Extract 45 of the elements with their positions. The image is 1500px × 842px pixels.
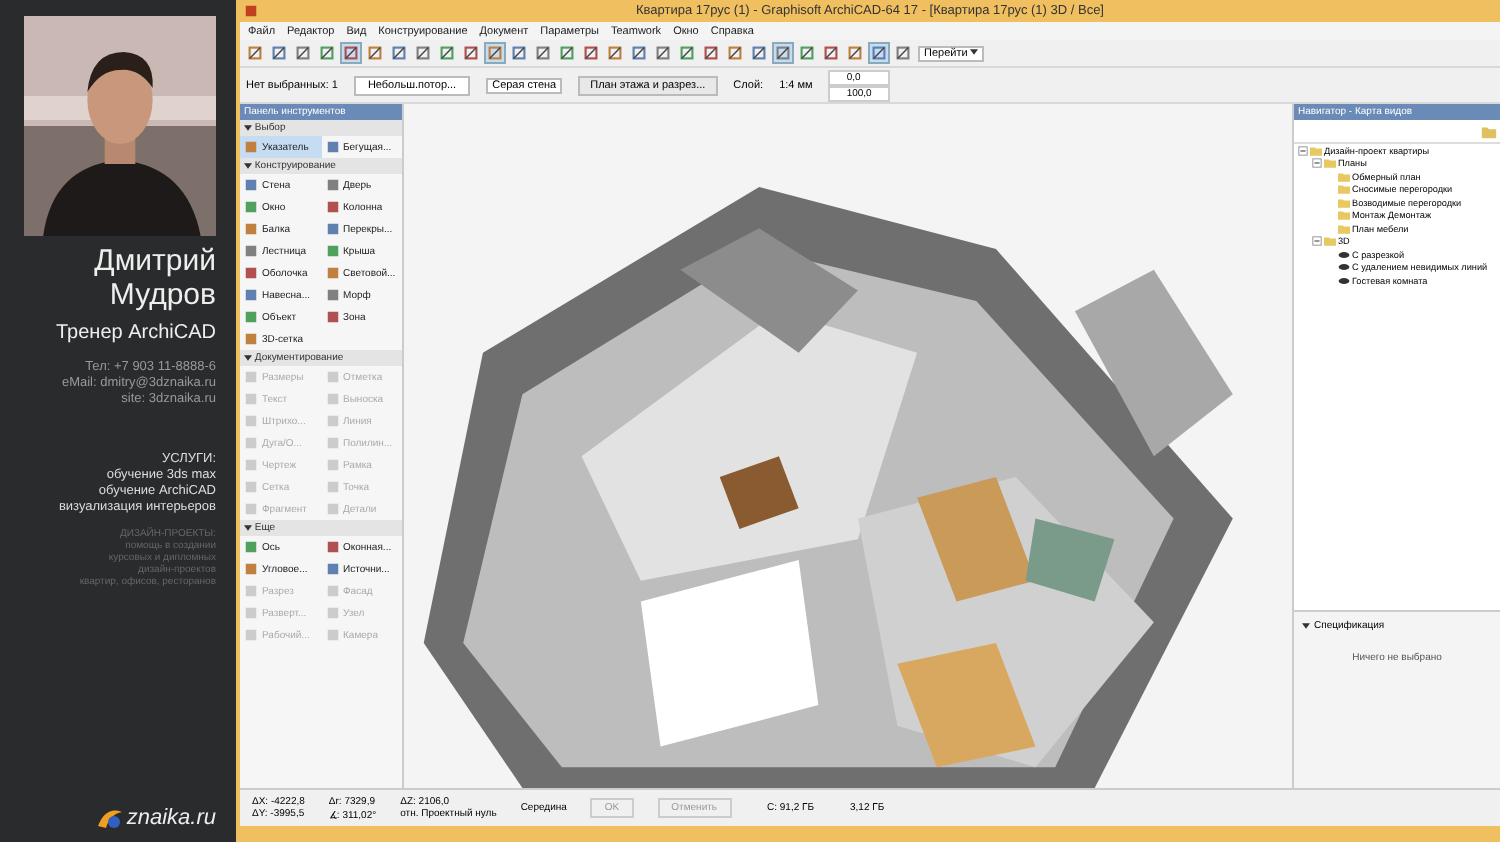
toolbar-icon[interactable] [390,44,408,62]
toolbar-icon[interactable] [342,44,360,62]
toolbar-icon[interactable] [414,44,432,62]
collapse-icon[interactable] [1312,236,1322,247]
toolbar-icon[interactable] [486,44,504,62]
toolbar-icon[interactable] [318,44,336,62]
collapse-icon[interactable] [1298,145,1308,156]
toolbar-icon[interactable] [438,44,456,62]
toolbar-icon[interactable] [510,44,528,62]
caret-icon [244,123,252,132]
toolbar-icon[interactable] [798,44,816,62]
toolbar-icon[interactable] [774,44,792,62]
toolbar-icon[interactable] [270,44,288,62]
toolbar-icon[interactable] [534,44,552,62]
tool-icon [325,140,339,154]
toolbar-icon[interactable] [630,44,648,62]
toolbar-icon[interactable] [750,44,768,62]
tool-icon [244,140,258,154]
toolbar-icon[interactable] [606,44,624,62]
toolbar-icon[interactable] [654,44,672,62]
caret-icon [1302,622,1310,630]
toolbar-icon[interactable] [702,44,720,62]
toolbar-icon[interactable] [846,44,864,62]
toolbar-icon[interactable] [366,44,384,62]
caret-icon [244,161,252,170]
toolbar-icon[interactable] [246,44,264,62]
caret-icon [970,48,979,57]
caret-icon [244,353,252,362]
presenter-name: Дмитрий [94,244,216,278]
toolbar-icon[interactable] [678,44,696,62]
presenter-role: Тренер ArchiCAD [56,322,216,344]
presenter-name: Мудров [107,278,216,312]
toolbar-icon[interactable] [894,44,912,62]
swirl-logo-icon [96,806,125,830]
toolbar-icon[interactable] [822,44,840,62]
logo-text: znaika.ru [126,806,216,830]
toolbar-icon[interactable] [582,44,600,62]
toolbar-icon[interactable] [294,44,312,62]
caret-icon [244,523,252,532]
toolbar-icon[interactable] [726,44,744,62]
toolbar-icon[interactable] [870,44,888,62]
toolbar-icon[interactable] [462,44,480,62]
toolbar-icon[interactable] [558,44,576,62]
collapse-icon[interactable] [1312,158,1322,169]
app-icon [244,4,258,18]
